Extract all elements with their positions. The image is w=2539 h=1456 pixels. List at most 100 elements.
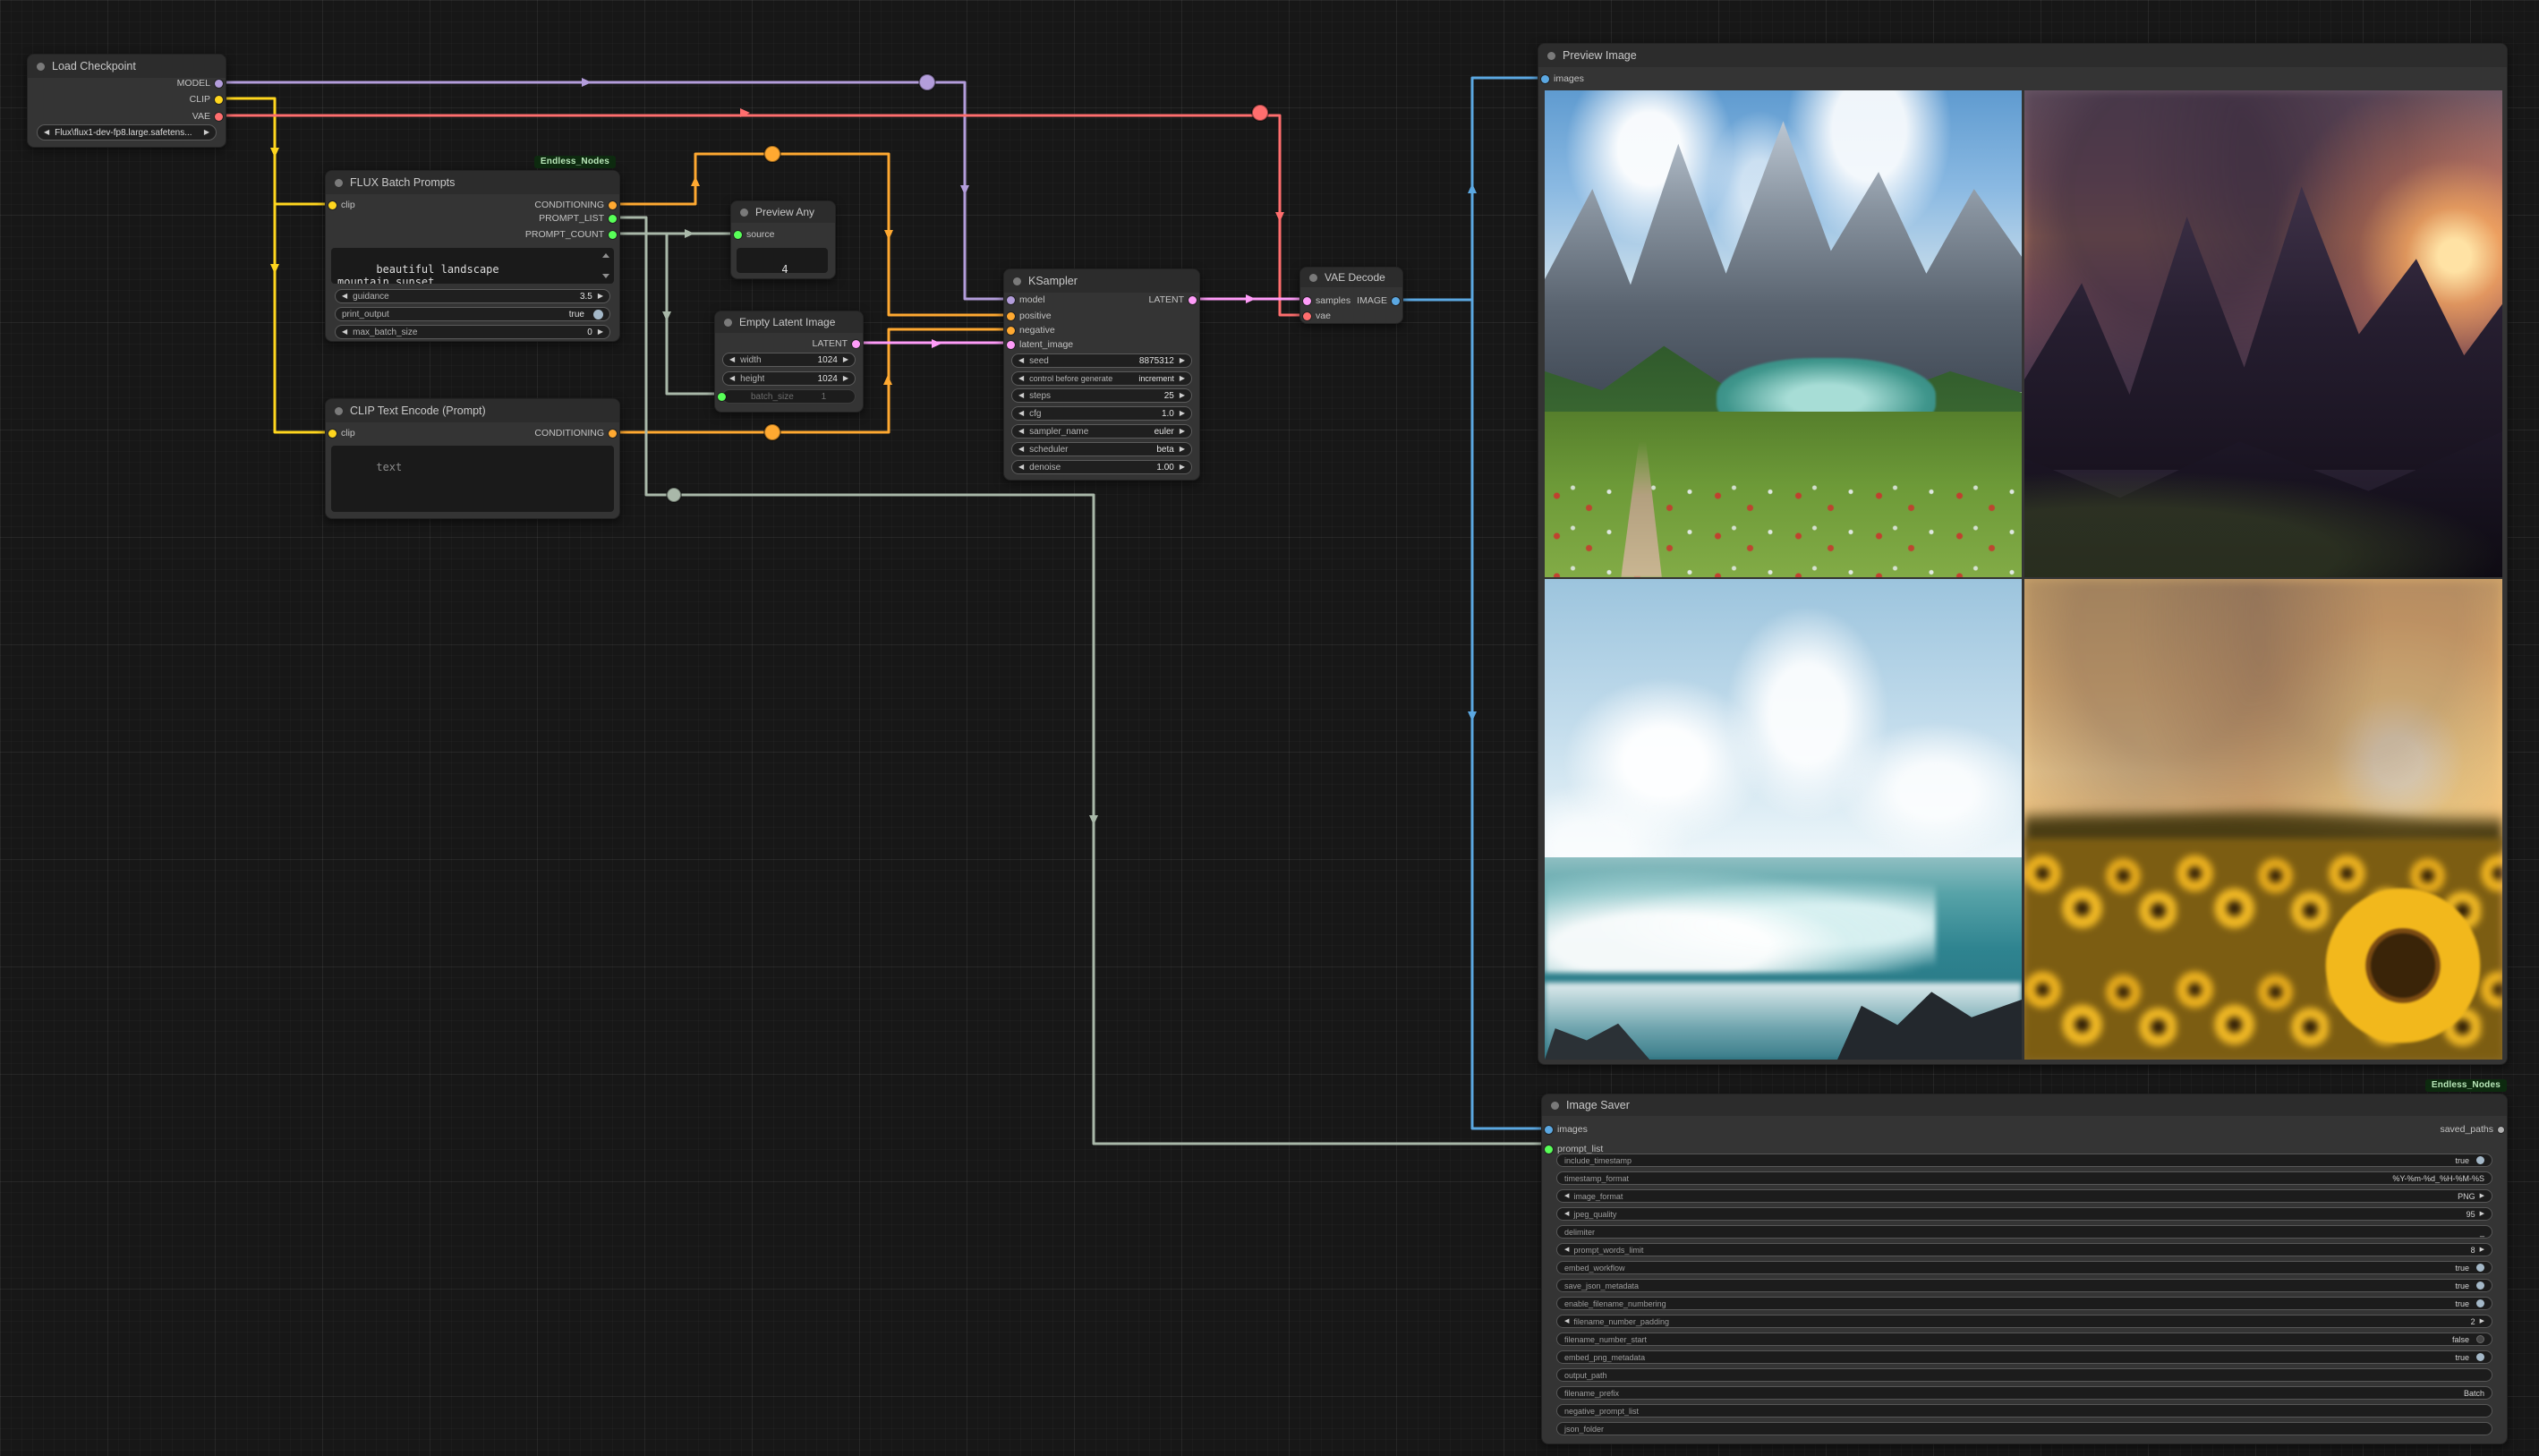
input-images[interactable]: images bbox=[1541, 72, 1584, 85]
prev-value-icon[interactable]: ◀ bbox=[1564, 1193, 1569, 1199]
output-vae[interactable]: VAE bbox=[192, 110, 223, 123]
include-timestamp-widget[interactable]: include_timestamp true bbox=[1556, 1154, 2492, 1167]
increment-icon[interactable]: ▶ bbox=[843, 375, 848, 382]
node-title-bar[interactable]: VAE Decode bbox=[1300, 268, 1402, 287]
reroute-dot-vae[interactable] bbox=[1252, 105, 1268, 121]
increment-icon[interactable]: ▶ bbox=[2480, 1211, 2484, 1217]
input-samples[interactable]: samples bbox=[1303, 294, 1350, 307]
ckpt-name-combo[interactable]: ◀ Flux\flux1-dev-fp8.large.safetens... ▶ bbox=[37, 124, 217, 140]
toggle-on-icon[interactable] bbox=[2476, 1264, 2484, 1272]
node-title-bar[interactable]: CLIP Text Encode (Prompt) bbox=[326, 399, 619, 422]
seed-widget[interactable]: ◀ seed 8875312 ▶ bbox=[1011, 353, 1192, 368]
prev-value-icon[interactable]: ◀ bbox=[1018, 446, 1024, 453]
timestamp-format-widget[interactable]: timestamp_format %Y-%m-%d_%H-%M-%S bbox=[1556, 1171, 2492, 1185]
next-value-icon[interactable]: ▶ bbox=[1180, 428, 1185, 435]
output-prompt-count[interactable]: PROMPT_COUNT bbox=[525, 228, 617, 241]
collapse-dot-icon[interactable] bbox=[740, 209, 748, 217]
node-title-bar[interactable]: Load Checkpoint bbox=[28, 55, 226, 78]
decrement-icon[interactable]: ◀ bbox=[342, 293, 347, 300]
collapse-dot-icon[interactable] bbox=[1013, 277, 1021, 285]
cfg-widget[interactable]: ◀ cfg 1.0 ▶ bbox=[1011, 406, 1192, 421]
toggle-on-icon[interactable] bbox=[2476, 1281, 2484, 1290]
node-flux-batch-prompts[interactable]: Endless_Nodes FLUX Batch Prompts clip CO… bbox=[325, 170, 620, 342]
decrement-icon[interactable]: ◀ bbox=[1564, 1318, 1569, 1324]
increment-icon[interactable]: ▶ bbox=[1180, 392, 1185, 399]
increment-icon[interactable]: ▶ bbox=[1180, 375, 1185, 382]
prompt-words-limit-widget[interactable]: ◀ prompt_words_limit 8 ▶ bbox=[1556, 1243, 2492, 1256]
jpeg-quality-widget[interactable]: ◀ jpeg_quality 95 ▶ bbox=[1556, 1207, 2492, 1221]
json-folder-widget[interactable]: json_folder bbox=[1556, 1422, 2492, 1435]
reroute-dot-prompt-list[interactable] bbox=[667, 488, 681, 502]
input-negative[interactable]: negative bbox=[1007, 324, 1055, 336]
node-title-bar[interactable]: Preview Image bbox=[1538, 44, 2507, 67]
decrement-icon[interactable]: ◀ bbox=[1018, 464, 1024, 471]
output-conditioning[interactable]: CONDITIONING bbox=[534, 199, 617, 211]
next-value-icon[interactable]: ▶ bbox=[2480, 1193, 2484, 1199]
increment-icon[interactable]: ▶ bbox=[1180, 357, 1185, 364]
toggle-on-icon[interactable] bbox=[2476, 1156, 2484, 1164]
node-graph-canvas[interactable]: Load Checkpoint MODEL CLIP VAE ◀ Flux\fl… bbox=[0, 0, 2539, 1456]
output-prompt-list[interactable]: PROMPT_LIST bbox=[539, 212, 617, 225]
increment-icon[interactable]: ▶ bbox=[1180, 410, 1185, 417]
embed-png-metadata-widget[interactable]: embed_png_metadata true bbox=[1556, 1350, 2492, 1364]
output-clip[interactable]: CLIP bbox=[190, 93, 223, 106]
node-preview-any[interactable]: Preview Any source 4 bbox=[730, 200, 836, 279]
input-model[interactable]: model bbox=[1007, 294, 1045, 306]
reroute-dot-conditioning2[interactable] bbox=[764, 424, 780, 440]
input-vae[interactable]: vae bbox=[1303, 310, 1331, 322]
scroll-down-icon[interactable] bbox=[602, 274, 609, 278]
filename-number-padding-widget[interactable]: ◀ filename_number_padding 2 ▶ bbox=[1556, 1315, 2492, 1328]
height-widget[interactable]: ◀ height 1024 ▶ bbox=[722, 371, 856, 386]
prompts-textarea[interactable]: beautiful landscape mountain sunset ocea… bbox=[331, 248, 614, 284]
prev-value-icon[interactable]: ◀ bbox=[44, 129, 49, 136]
scroll-up-icon[interactable] bbox=[602, 253, 609, 258]
reroute-dot-model[interactable] bbox=[919, 74, 935, 90]
input-clip[interactable]: clip bbox=[328, 427, 355, 439]
decrement-icon[interactable]: ◀ bbox=[1018, 375, 1024, 382]
filename-prefix-widget[interactable]: filename_prefix Batch bbox=[1556, 1386, 2492, 1400]
collapse-dot-icon[interactable] bbox=[1551, 1102, 1559, 1110]
sampler-name-widget[interactable]: ◀ sampler_name euler ▶ bbox=[1011, 424, 1192, 439]
collapse-dot-icon[interactable] bbox=[1309, 274, 1317, 282]
output-latent[interactable]: LATENT bbox=[1149, 294, 1197, 306]
increment-icon[interactable]: ▶ bbox=[2480, 1247, 2484, 1253]
input-positive[interactable]: positive bbox=[1007, 310, 1052, 322]
input-images[interactable]: images bbox=[1545, 1123, 1588, 1136]
max-batch-size-widget[interactable]: ◀ max_batch_size 0 ▶ bbox=[335, 325, 610, 339]
node-title-bar[interactable]: FLUX Batch Prompts bbox=[326, 171, 619, 194]
node-title-bar[interactable]: Empty Latent Image bbox=[715, 311, 863, 333]
collapse-dot-icon[interactable] bbox=[37, 63, 45, 71]
toggle-on-icon[interactable] bbox=[2476, 1299, 2484, 1307]
node-title-bar[interactable]: KSampler bbox=[1004, 269, 1199, 293]
embed-workflow-widget[interactable]: embed_workflow true bbox=[1556, 1261, 2492, 1274]
node-vae-decode[interactable]: VAE Decode samples vae IMAGE bbox=[1299, 267, 1403, 324]
decrement-icon[interactable]: ◀ bbox=[1018, 392, 1024, 399]
decrement-icon[interactable]: ◀ bbox=[1018, 410, 1024, 417]
control-before-generate-widget[interactable]: ◀ control before generate increment ▶ bbox=[1011, 371, 1192, 386]
node-clip-text-encode[interactable]: CLIP Text Encode (Prompt) clip CONDITION… bbox=[325, 398, 620, 519]
toggle-on-icon[interactable] bbox=[2476, 1353, 2484, 1361]
batch-size-widget[interactable]: batch_size 1 bbox=[722, 389, 856, 404]
decrement-icon[interactable]: ◀ bbox=[342, 328, 347, 336]
collapse-dot-icon[interactable] bbox=[1547, 52, 1555, 60]
output-path-widget[interactable]: output_path bbox=[1556, 1368, 2492, 1382]
increment-icon[interactable]: ▶ bbox=[598, 293, 603, 300]
decrement-icon[interactable]: ◀ bbox=[1018, 357, 1024, 364]
node-load-checkpoint[interactable]: Load Checkpoint MODEL CLIP VAE ◀ Flux\fl… bbox=[27, 54, 226, 148]
input-latent-image[interactable]: latent_image bbox=[1007, 338, 1073, 351]
increment-icon[interactable]: ▶ bbox=[598, 328, 603, 336]
delimiter-widget[interactable]: delimiter _ bbox=[1556, 1225, 2492, 1239]
filename-number-start-widget[interactable]: filename_number_start false bbox=[1556, 1333, 2492, 1346]
node-title-bar[interactable]: Image Saver bbox=[1542, 1094, 2507, 1116]
denoise-widget[interactable]: ◀ denoise 1.00 ▶ bbox=[1011, 460, 1192, 474]
collapse-dot-icon[interactable] bbox=[335, 179, 343, 187]
decrement-icon[interactable]: ◀ bbox=[729, 356, 735, 363]
input-batch-size[interactable] bbox=[718, 390, 726, 403]
increment-icon[interactable]: ▶ bbox=[843, 356, 848, 363]
output-model[interactable]: MODEL bbox=[177, 77, 223, 89]
next-value-icon[interactable]: ▶ bbox=[1180, 446, 1185, 453]
next-value-icon[interactable]: ▶ bbox=[204, 129, 209, 136]
input-source[interactable]: source bbox=[734, 228, 775, 241]
negative-prompt-list-widget[interactable]: negative_prompt_list bbox=[1556, 1404, 2492, 1418]
output-conditioning[interactable]: CONDITIONING bbox=[534, 427, 617, 439]
